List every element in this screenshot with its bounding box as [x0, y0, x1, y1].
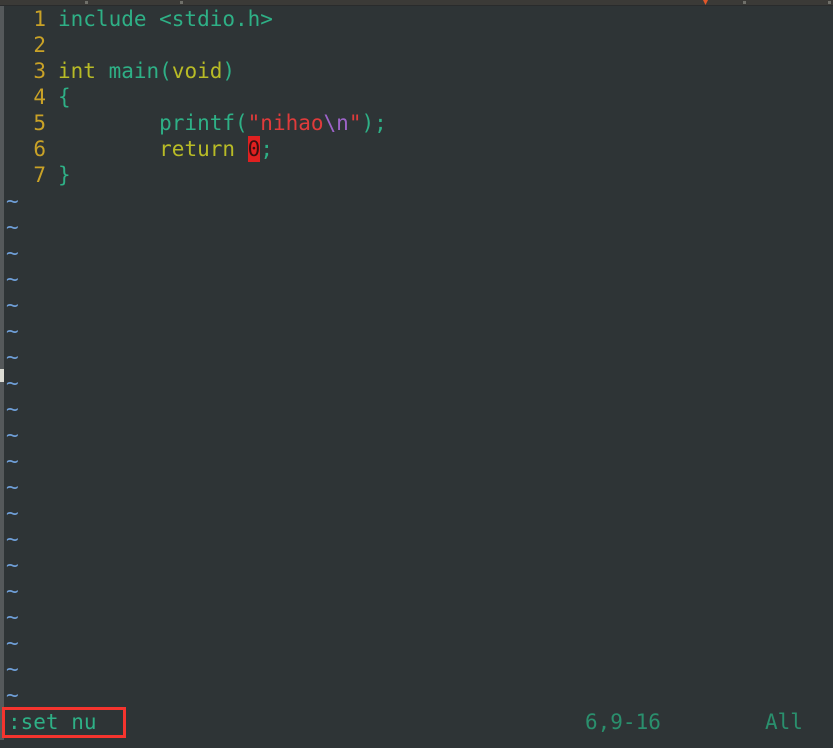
filler-tilde: ~	[6, 631, 19, 655]
code-token: int	[58, 59, 96, 83]
filler-tilde: ~	[6, 189, 19, 213]
cursor-block: 0	[247, 136, 261, 162]
code-token: printf(	[58, 111, 248, 135]
filler-tilde: ~	[6, 293, 19, 317]
filler-tilde: ~	[6, 501, 19, 525]
filler-tilde: ~	[6, 345, 19, 369]
filler-tilde: ~	[6, 579, 19, 603]
filler-tilde: ~	[6, 423, 19, 447]
filler-tilde: ~	[6, 449, 19, 473]
code-token: main(	[108, 59, 172, 83]
filler-tilde: ~	[6, 371, 19, 395]
titlebar-tick	[85, 1, 88, 4]
line-content[interactable]: printf("nihao\n");	[46, 110, 387, 136]
filler-tilde: ~	[6, 527, 19, 551]
filler-tilde: ~	[6, 683, 19, 707]
vim-command-line[interactable]: :set nu 6,9-16 All	[0, 706, 833, 738]
titlebar-tick	[180, 1, 183, 4]
filler-tilde: ~	[6, 215, 19, 239]
editor-buffer[interactable]: 1 include <stdio.h> 2 3 int main(void) 4{5 pr…	[0, 6, 833, 706]
filler-tilde: ~	[6, 475, 19, 499]
titlebar-tick	[828, 1, 831, 4]
code-token: void	[171, 59, 223, 83]
bottom-padding	[0, 740, 833, 748]
scroll-position-indicator: All	[765, 710, 803, 734]
editor-line[interactable]: 5 printf("nihao\n");	[0, 110, 387, 136]
command-text: :set nu	[8, 710, 97, 734]
editor-line[interactable]: 3 int main(void)	[0, 58, 235, 84]
filler-tilde: ~	[6, 267, 19, 291]
line-content[interactable]: {	[46, 84, 71, 110]
line-number: 7	[33, 163, 46, 187]
filler-tilde: ~	[6, 397, 19, 421]
line-number: 6	[33, 137, 46, 161]
editor-line[interactable]: 1 include <stdio.h>	[0, 6, 273, 32]
titlebar-marker-icon	[703, 0, 708, 5]
editor-line[interactable]: 6 return 0;	[0, 136, 273, 162]
line-number: 3	[33, 59, 46, 83]
code-token: {	[58, 85, 71, 109]
filler-tilde: ~	[6, 605, 19, 629]
line-content[interactable]: return 0;	[46, 136, 273, 162]
editor-line[interactable]: 7}	[0, 162, 71, 188]
filler-tilde: ~	[6, 657, 19, 681]
code-token: "nihao	[247, 111, 324, 135]
line-content[interactable]: include <stdio.h>	[46, 6, 273, 32]
editor-line[interactable]: 2	[0, 32, 58, 58]
cursor-position-ruler: 6,9-16	[585, 710, 661, 734]
code-token: ;	[260, 137, 273, 161]
filler-tilde: ~	[6, 241, 19, 265]
code-token: )	[222, 59, 236, 83]
line-content[interactable]: }	[46, 162, 71, 188]
code-token: return	[159, 137, 236, 161]
line-number: 4	[33, 85, 46, 109]
line-number: 2	[33, 33, 46, 57]
code-token: include <stdio.h>	[58, 7, 273, 31]
terminal-screen: 1 include <stdio.h> 2 3 int main(void) 4{5 pr…	[0, 0, 833, 748]
filler-tilde: ~	[6, 319, 19, 343]
editor-line[interactable]: 4{	[0, 84, 71, 110]
titlebar-tick	[743, 1, 746, 4]
code-token: \n	[323, 111, 349, 135]
filler-tilde: ~	[6, 553, 19, 577]
code-token: );	[361, 111, 387, 135]
code-token: }	[58, 163, 71, 187]
line-content[interactable]: int main(void)	[46, 58, 235, 84]
line-number: 5	[33, 111, 46, 135]
code-token: "	[348, 111, 362, 135]
line-number: 1	[33, 7, 46, 31]
